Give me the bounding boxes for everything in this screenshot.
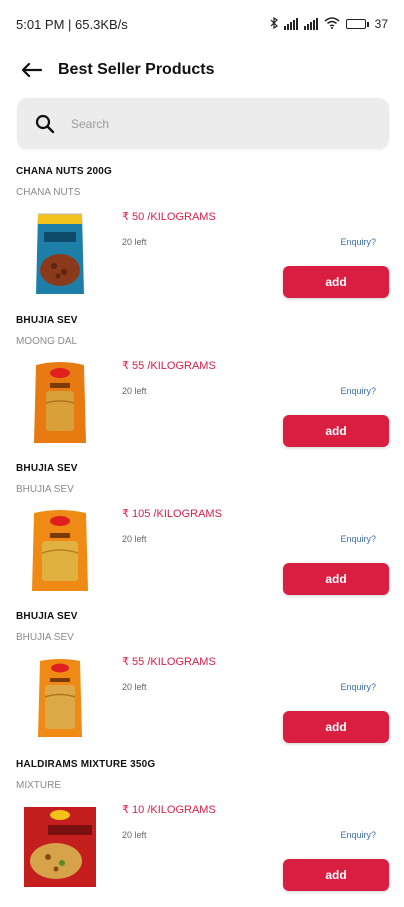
stock-left: 20 left: [122, 237, 147, 247]
product-image-moong-dal: [20, 359, 100, 447]
search-bar[interactable]: [17, 98, 389, 149]
product-image-bhujia-sev: [20, 507, 100, 595]
product-category: MOONG DAL: [16, 336, 78, 347]
enquiry-link[interactable]: Enquiry?: [340, 386, 376, 396]
product-price: ₹ 50 /KILOGRAMS: [122, 211, 216, 223]
product-card: BHUJIA SEV MOONG DAL ₹ 55 /KILOGRAMS 20 …: [0, 315, 404, 463]
product-name: BHUJIA SEV: [16, 463, 78, 474]
add-button[interactable]: add: [283, 266, 389, 298]
app-header: Best Seller Products: [0, 48, 404, 92]
enquiry-link[interactable]: Enquiry?: [340, 682, 376, 692]
page-title: Best Seller Products: [58, 61, 215, 78]
stock-left: 20 left: [122, 534, 147, 544]
product-card: BHUJIA SEV BHUJIA SEV ₹ 55 /KILOGRAMS 20…: [0, 611, 404, 759]
bluetooth-icon: [270, 16, 278, 32]
product-price: ₹ 105 /KILOGRAMS: [122, 508, 222, 520]
product-category: CHANA NUTS: [16, 187, 81, 198]
product-category: MIXTURE: [16, 780, 61, 791]
signal-icon: [283, 18, 298, 30]
wifi-icon: [324, 16, 340, 32]
enquiry-link[interactable]: Enquiry?: [340, 830, 376, 840]
product-price: ₹ 10 /KILOGRAMS: [122, 804, 216, 816]
add-button[interactable]: add: [283, 415, 389, 447]
status-time-speed: 5:01 PM | 65.3KB/s: [16, 16, 128, 32]
product-price: ₹ 55 /KILOGRAMS: [122, 656, 216, 668]
product-name: CHANA NUTS 200G: [16, 166, 112, 177]
search-icon: [31, 110, 59, 138]
product-card: CHANA NUTS 200G CHANA NUTS ₹ 50 /KILOGRA…: [0, 166, 404, 314]
status-icons: 37: [270, 16, 388, 32]
product-category: BHUJIA SEV: [16, 632, 74, 643]
status-bar: 5:01 PM | 65.3KB/s 37: [0, 0, 404, 48]
stock-left: 20 left: [122, 830, 147, 840]
product-card: HALDIRAMS MIXTURE 350G MIXTURE ₹ 10 /KIL…: [0, 759, 404, 907]
product-price: ₹ 55 /KILOGRAMS: [122, 360, 216, 372]
search-input[interactable]: [69, 115, 353, 132]
product-category: BHUJIA SEV: [16, 484, 74, 495]
product-image-bhujia-sev: [20, 655, 100, 743]
stock-left: 20 left: [122, 386, 147, 396]
back-arrow-icon[interactable]: [16, 55, 46, 85]
enquiry-link[interactable]: Enquiry?: [340, 237, 376, 247]
add-button[interactable]: add: [283, 711, 389, 743]
signal-icon-2: [303, 18, 318, 30]
enquiry-link[interactable]: Enquiry?: [340, 534, 376, 544]
add-button[interactable]: add: [283, 859, 389, 891]
stock-left: 20 left: [122, 682, 147, 692]
product-name: HALDIRAMS MIXTURE 350G: [16, 759, 156, 770]
product-name: BHUJIA SEV: [16, 315, 78, 326]
battery-percent: 37: [374, 17, 388, 31]
product-image-mixture: [20, 803, 100, 891]
product-name: BHUJIA SEV: [16, 611, 78, 622]
product-card: BHUJIA SEV BHUJIA SEV ₹ 105 /KILOGRAMS 2…: [0, 463, 404, 611]
product-image-chana-nuts: [20, 210, 100, 298]
add-button[interactable]: add: [283, 563, 389, 595]
battery-icon: [345, 19, 369, 29]
